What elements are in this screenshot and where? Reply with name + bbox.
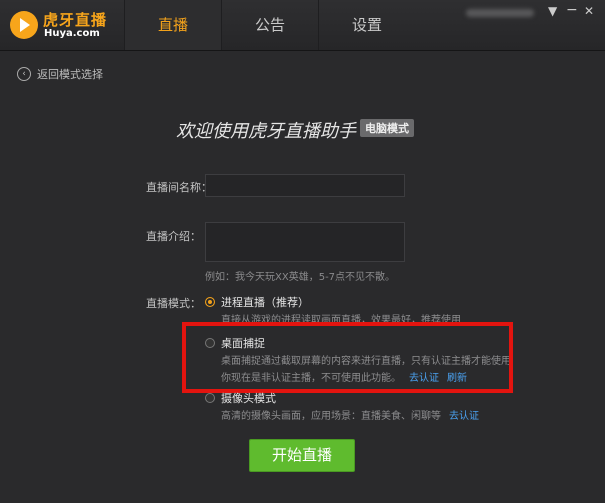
- back-arrow-icon: ‹: [17, 67, 31, 81]
- title-bar: 虎牙直播 Huya.com 直播 公告 设置 ▼ − ✕: [0, 0, 605, 51]
- camera-mode-title[interactable]: 摄像头模式: [221, 390, 276, 406]
- minimize-icon[interactable]: −: [566, 2, 578, 18]
- mode-label: 直播模式：: [146, 297, 201, 310]
- camera-mode-desc: 高清的摄像头画面，应用场景：直播美食、闲聊等 去认证: [221, 407, 479, 422]
- intro-hint: 例如：我今天玩XX英雄，5-7点不见不散。: [205, 272, 396, 283]
- username-blurred: [466, 9, 534, 17]
- camera-mode-desc-text: 高清的摄像头画面，应用场景：直播美食、闲聊等: [221, 411, 441, 422]
- tab-live[interactable]: 直播: [124, 0, 221, 50]
- room-name-input[interactable]: [205, 174, 405, 197]
- radio-camera-mode[interactable]: [205, 393, 215, 403]
- dropdown-icon[interactable]: ▼: [548, 4, 557, 18]
- mode-badge: 电脑模式: [360, 119, 414, 137]
- close-icon[interactable]: ✕: [584, 4, 594, 18]
- logo-text-en: Huya.com: [44, 28, 100, 39]
- tab-settings[interactable]: 设置: [318, 0, 415, 50]
- tab-announcement[interactable]: 公告: [221, 0, 318, 50]
- main-nav: 直播 公告 设置: [124, 0, 415, 50]
- welcome-title: 欢迎使用虎牙直播助手: [176, 121, 356, 142]
- huya-logo: 虎牙直播 Huya.com: [10, 6, 120, 44]
- huya-logo-icon: [10, 11, 38, 39]
- back-label: 返回模式选择: [37, 68, 103, 81]
- camera-verify-link[interactable]: 去认证: [449, 411, 479, 422]
- radio-process-mode[interactable]: [205, 297, 215, 307]
- process-mode-title[interactable]: 进程直播（推荐）: [221, 294, 309, 310]
- highlight-box: [182, 322, 513, 393]
- room-name-label: 直播间名称：: [146, 181, 212, 194]
- intro-textarea[interactable]: [205, 222, 405, 262]
- start-live-button[interactable]: 开始直播: [249, 439, 355, 472]
- back-to-mode-select[interactable]: ‹ 返回模式选择: [17, 66, 103, 82]
- app-window: 虎牙直播 Huya.com 直播 公告 设置 ▼ − ✕ ‹ 返回模式选择 欢迎…: [0, 0, 605, 503]
- intro-label: 直播介绍：: [146, 230, 201, 243]
- logo-text-cn: 虎牙直播: [43, 11, 108, 29]
